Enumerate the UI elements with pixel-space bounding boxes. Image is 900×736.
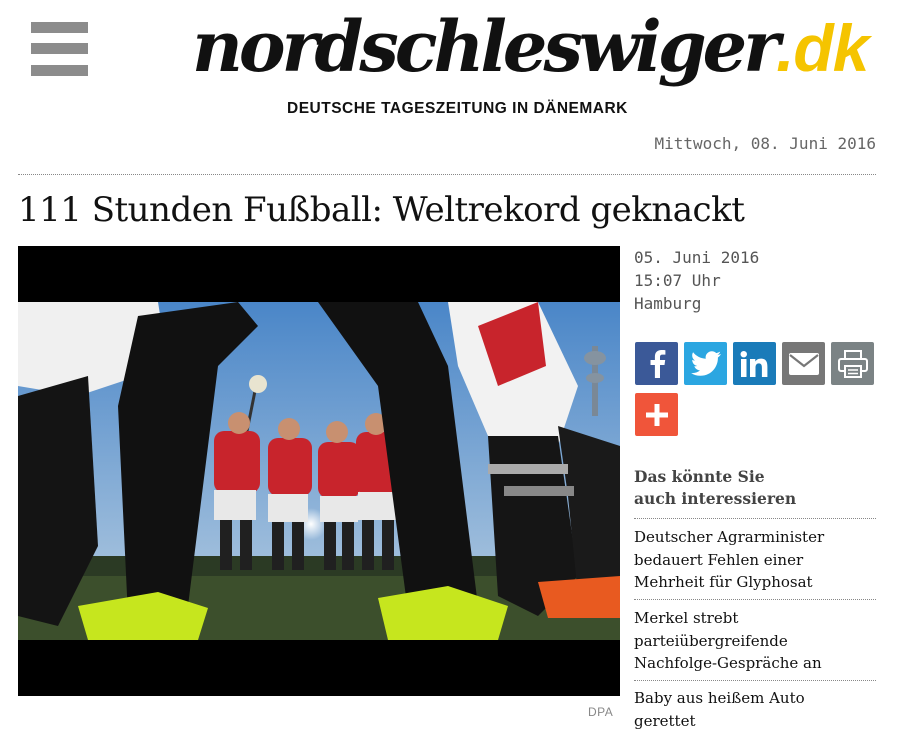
- logo-tld: .dk: [776, 11, 869, 85]
- article-location: Hamburg: [634, 294, 702, 313]
- related-article-link[interactable]: Baby aus heißem Auto gerettet: [634, 687, 878, 732]
- football-huddle-image: [18, 246, 620, 696]
- logo-wordmark: nordschleswiger: [192, 5, 780, 88]
- share-more-button[interactable]: [635, 393, 678, 436]
- site-logo[interactable]: nordschleswiger.dk: [192, 11, 869, 85]
- share-facebook-button[interactable]: [635, 342, 678, 385]
- twitter-icon: [690, 350, 721, 376]
- print-icon: [837, 349, 868, 378]
- related-heading: Das könnte Sie auch interessieren: [634, 467, 797, 508]
- article-time: 15:07 Uhr: [634, 271, 721, 290]
- share-twitter-button[interactable]: [684, 342, 727, 385]
- article-meta: 05. Juni 2016 15:07 Uhr Hamburg: [634, 246, 759, 315]
- article-title: 111 Stunden Fußball: Weltrekord geknackt: [18, 190, 745, 230]
- article-photo[interactable]: [18, 246, 620, 696]
- hamburger-menu-icon[interactable]: [31, 22, 88, 76]
- article-date: 05. Juni 2016: [634, 248, 760, 267]
- related-divider: [634, 599, 876, 600]
- print-button[interactable]: [831, 342, 874, 385]
- related-divider: [634, 518, 876, 519]
- related-divider: [634, 680, 876, 681]
- image-credit: DPA: [588, 705, 614, 719]
- share-linkedin-button[interactable]: [733, 342, 776, 385]
- linkedin-icon: [740, 350, 767, 377]
- share-email-button[interactable]: [782, 342, 825, 385]
- header-divider: [18, 174, 876, 175]
- site-tagline: DEUTSCHE TAGESZEITUNG IN DÄNEMARK: [287, 100, 628, 117]
- related-article-link[interactable]: Deutscher Agrarminister bedauert Fehlen …: [634, 526, 878, 594]
- current-date: Mittwoch, 08. Juni 2016: [654, 134, 876, 153]
- plus-icon: [645, 403, 668, 426]
- related-article-link[interactable]: Merkel strebt parteiübergreifende Nachfo…: [634, 607, 878, 675]
- mail-icon: [788, 352, 819, 375]
- facebook-icon: [650, 349, 665, 378]
